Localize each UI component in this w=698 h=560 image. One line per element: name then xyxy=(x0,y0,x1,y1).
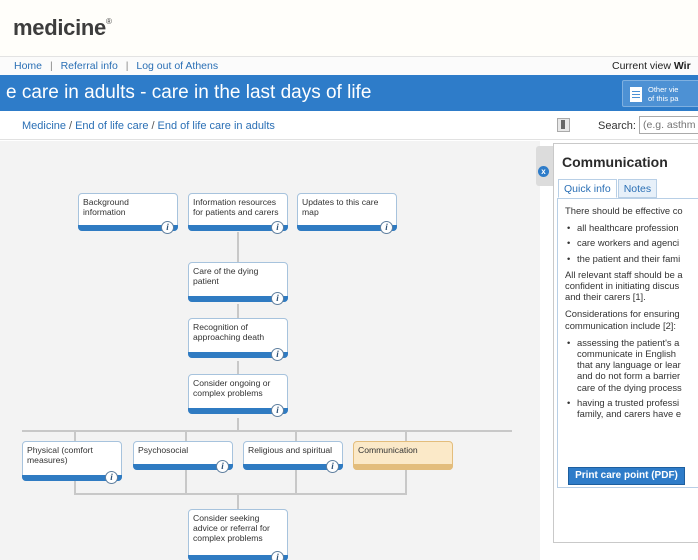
node-label: Consider ongoing or complex problems xyxy=(193,378,271,398)
nav-link-referral-info[interactable]: Referral info xyxy=(61,60,118,72)
nav-links: Home | Referral info | Log out of Athens xyxy=(14,60,218,72)
info-icon[interactable]: i xyxy=(105,471,118,484)
logo[interactable]: medicine® xyxy=(13,15,112,41)
node-religious-and-spiritual[interactable]: Religious and spiritual i xyxy=(243,441,343,473)
info-icon[interactable]: i xyxy=(271,221,284,234)
tab-notes[interactable]: Notes xyxy=(617,179,658,198)
node-label: Religious and spiritual xyxy=(248,445,333,455)
search-label: Search: xyxy=(598,120,636,132)
node-consider-seeking-advice[interactable]: Consider seeking advice or referral for … xyxy=(188,509,288,560)
list-item-text: having a trusted professi family, and ca… xyxy=(577,396,682,420)
breadcrumb-item-end-of-life-care[interactable]: End of life care xyxy=(75,120,148,132)
nav-separator: | xyxy=(125,60,129,72)
tab-quick-info[interactable]: Quick info xyxy=(558,179,617,198)
nav-link-home[interactable]: Home xyxy=(14,60,42,72)
node-communication[interactable]: Communication xyxy=(353,441,453,470)
node-label: Physical (comfort measures) xyxy=(27,445,93,465)
node-label: Information resources for patients and c… xyxy=(193,197,279,217)
list-item: care workers and agenci xyxy=(565,237,698,248)
info-icon[interactable]: i xyxy=(216,460,229,473)
paragraph-considerations: Considerations for ensuring communicatio… xyxy=(565,308,680,331)
close-icon[interactable]: x xyxy=(538,166,549,177)
page-title: e care in adults - care in the last days… xyxy=(6,82,372,103)
current-view-value[interactable]: Wir xyxy=(674,60,691,72)
detail-panel: Communication Quick info Notes There shou… xyxy=(553,143,698,543)
registered-mark: ® xyxy=(105,17,112,26)
care-map: Background information i Information res… xyxy=(0,141,540,560)
info-icon[interactable]: i xyxy=(271,551,284,560)
list-item: all healthcare profession xyxy=(565,222,698,233)
breadcrumb-bar: Medicine / End of life care / End of life ca… xyxy=(0,111,698,140)
node-label: Communication xyxy=(358,445,418,455)
node-psychosocial[interactable]: Psychosocial i xyxy=(133,441,233,473)
bullet-list-1: all healthcare profession care workers a… xyxy=(565,222,698,264)
node-label: Background information xyxy=(83,197,129,217)
node-label: Psychosocial xyxy=(138,445,189,455)
intro-text: There should be effective co xyxy=(565,205,683,216)
connector xyxy=(237,304,239,319)
list-item: having a trusted professi family, and ca… xyxy=(565,397,698,419)
list-item: assessing the patient's a communicate in… xyxy=(565,337,698,393)
node-label: Updates to this care map xyxy=(302,197,379,217)
other-views-button[interactable]: Other vie of this pa xyxy=(622,80,698,107)
breadcrumb-item-medicine[interactable]: Medicine xyxy=(22,120,66,132)
print-care-point-button[interactable]: Print care point (PDF) xyxy=(568,467,685,485)
connector xyxy=(74,493,407,495)
node-footer xyxy=(353,464,453,470)
breadcrumb-separator: / xyxy=(151,120,155,132)
bullet-list-2: assessing the patient's a communicate in… xyxy=(565,337,698,419)
current-view: Current view Wir xyxy=(612,60,691,72)
node-physical[interactable]: Physical (comfort measures) i xyxy=(22,441,122,484)
node-consider-ongoing-problems[interactable]: Consider ongoing or complex problems i xyxy=(188,374,288,417)
logo-text: medicine xyxy=(13,15,106,40)
info-icon[interactable]: i xyxy=(271,404,284,417)
top-nav: Home | Referral info | Log out of Athens… xyxy=(0,57,698,75)
info-icon[interactable]: i xyxy=(271,348,284,361)
breadcrumb: Medicine / End of life care / End of life ca… xyxy=(22,120,275,132)
paragraph-staff: All relevant staff should be a confident… xyxy=(565,268,683,303)
info-icon[interactable]: i xyxy=(161,221,174,234)
breadcrumb-item-end-of-life-care-in-adults[interactable]: End of life care in adults xyxy=(158,120,275,132)
node-care-of-dying-patient[interactable]: Care of the dying patient i xyxy=(188,262,288,305)
breadcrumb-separator: / xyxy=(69,120,73,132)
node-recognition-of-approaching-death[interactable]: Recognition of approaching death i xyxy=(188,318,288,361)
connector xyxy=(237,493,239,510)
search-input[interactable] xyxy=(639,116,698,134)
other-views-label: Other vie of this pa xyxy=(648,85,679,103)
info-icon[interactable]: i xyxy=(380,221,393,234)
title-bar: e care in adults - care in the last days… xyxy=(0,75,698,111)
nav-separator: | xyxy=(49,60,53,72)
node-updates[interactable]: Updates to this care map i xyxy=(297,193,397,234)
list-item: the patient and their fami xyxy=(565,253,698,264)
app-window: medicine® Home | Referral info | Log out… xyxy=(0,0,698,560)
connector xyxy=(22,430,512,432)
node-label: Recognition of approaching death xyxy=(193,322,265,342)
document-icon xyxy=(630,87,642,102)
node-label: Care of the dying patient xyxy=(193,266,259,286)
info-icon[interactable]: i xyxy=(326,460,339,473)
panel-title: Communication xyxy=(562,154,668,170)
panel-tabs: Quick info Notes xyxy=(558,179,658,198)
current-view-label: Current view xyxy=(612,60,671,72)
panel-body: There should be effective co all healthc… xyxy=(557,198,698,488)
node-background-information[interactable]: Background information i xyxy=(78,193,178,234)
connector xyxy=(237,232,239,265)
bookmark-icon[interactable] xyxy=(557,118,570,132)
brand-bar: medicine® xyxy=(0,0,698,57)
nav-link-log-out[interactable]: Log out of Athens xyxy=(136,60,218,72)
list-item-text: assessing the patient's a communicate in… xyxy=(577,336,682,393)
node-information-resources[interactable]: Information resources for patients and c… xyxy=(188,193,288,234)
info-icon[interactable]: i xyxy=(271,292,284,305)
node-label: Consider seeking advice or referral for … xyxy=(193,513,270,543)
